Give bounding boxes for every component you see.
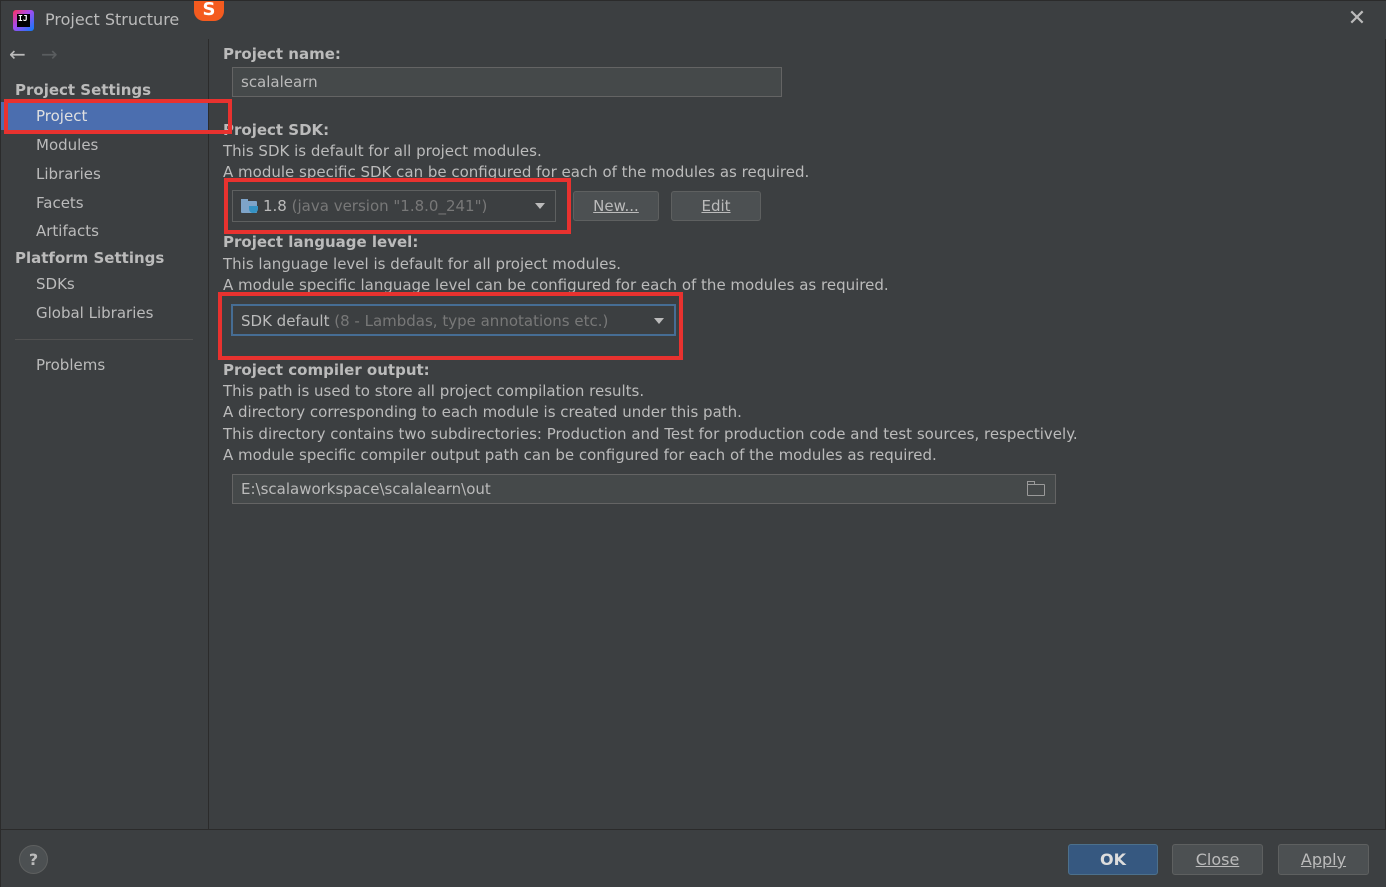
folder-open-icon[interactable] (1027, 481, 1047, 497)
close-button[interactable]: Close (1172, 844, 1263, 875)
compiler-output-desc-4: A module specific compiler output path c… (223, 446, 937, 464)
edit-sdk-button-label: Edit (701, 197, 731, 215)
compiler-output-label: Project compiler output: (223, 361, 430, 379)
help-button[interactable]: ? (19, 845, 48, 874)
chevron-down-icon (535, 203, 545, 209)
sidebar-item-project[interactable]: Project (1, 102, 208, 130)
title-bar: IJ Project Structure S ✕ (1, 1, 1386, 39)
chevron-down-icon (654, 318, 664, 324)
new-sdk-button[interactable]: New... (573, 191, 659, 221)
compiler-output-desc-2: A directory corresponding to each module… (223, 403, 742, 421)
sidebar-item-global-libraries[interactable]: Global Libraries (1, 299, 208, 327)
dialog-footer: ? OK Close Apply (1, 829, 1386, 887)
language-level-value: SDK default (241, 312, 330, 330)
project-structure-dialog: IJ Project Structure S ✕ ← → Project Set… (0, 0, 1386, 887)
compiler-output-path: E:\scalaworkspace\scalalearn\out (241, 480, 491, 498)
platform-settings-header: Platform Settings (15, 249, 165, 267)
language-level-detail: (8 - Lambdas, type annotations etc.) (334, 312, 609, 330)
sdk-version-detail: (java version "1.8.0_241") (291, 197, 488, 215)
apply-button[interactable]: Apply (1278, 844, 1369, 875)
sidebar-item-artifacts[interactable]: Artifacts (1, 217, 208, 245)
project-name-input[interactable]: scalalearn (232, 67, 782, 97)
sidebar-divider (15, 339, 193, 340)
new-sdk-button-label: New... (593, 197, 639, 215)
project-sdk-dropdown[interactable]: 1.8 (java version "1.8.0_241") (232, 190, 556, 222)
sidebar: ← → Project Settings Project Modules Lib… (1, 39, 209, 829)
compiler-output-path-input[interactable]: E:\scalaworkspace\scalalearn\out (232, 474, 1056, 504)
apply-button-label: Apply (1300, 850, 1347, 869)
jdk-folder-icon (241, 199, 259, 213)
intellij-logo-icon: IJ (13, 10, 34, 31)
ime-indicator-icon: S (194, 1, 224, 21)
project-sdk-desc-1: This SDK is default for all project modu… (223, 142, 542, 160)
back-arrow-icon[interactable]: ← (9, 43, 33, 67)
project-sdk-label: Project SDK: (223, 121, 330, 139)
project-sdk-desc-2: A module specific SDK can be configured … (223, 163, 810, 181)
forward-arrow-icon[interactable]: → (41, 43, 65, 67)
sidebar-item-facets[interactable]: Facets (1, 189, 208, 217)
project-settings-panel: Project name: scalalearn Project SDK: Th… (210, 39, 1385, 829)
close-window-icon[interactable]: ✕ (1345, 7, 1369, 31)
language-level-desc-1: This language level is default for all p… (223, 255, 622, 273)
compiler-output-desc-1: This path is used to store all project c… (223, 382, 645, 400)
window-title: Project Structure (45, 10, 180, 29)
compiler-output-desc-3: This directory contains two subdirectori… (223, 425, 1078, 443)
sidebar-item-sdks[interactable]: SDKs (1, 270, 208, 298)
sdk-version: 1.8 (263, 197, 287, 215)
language-level-dropdown[interactable]: SDK default (8 - Lambdas, type annotatio… (231, 304, 676, 336)
close-button-label: Close (1195, 850, 1240, 869)
sidebar-item-libraries[interactable]: Libraries (1, 160, 208, 188)
language-level-label: Project language level: (223, 233, 419, 251)
edit-sdk-button[interactable]: Edit (671, 191, 761, 221)
project-settings-header: Project Settings (15, 81, 152, 99)
ok-button[interactable]: OK (1068, 844, 1158, 875)
language-level-desc-2: A module specific language level can be … (223, 276, 889, 294)
sidebar-item-problems[interactable]: Problems (1, 351, 208, 379)
project-name-label: Project name: (223, 45, 341, 63)
sidebar-item-modules[interactable]: Modules (1, 131, 208, 159)
